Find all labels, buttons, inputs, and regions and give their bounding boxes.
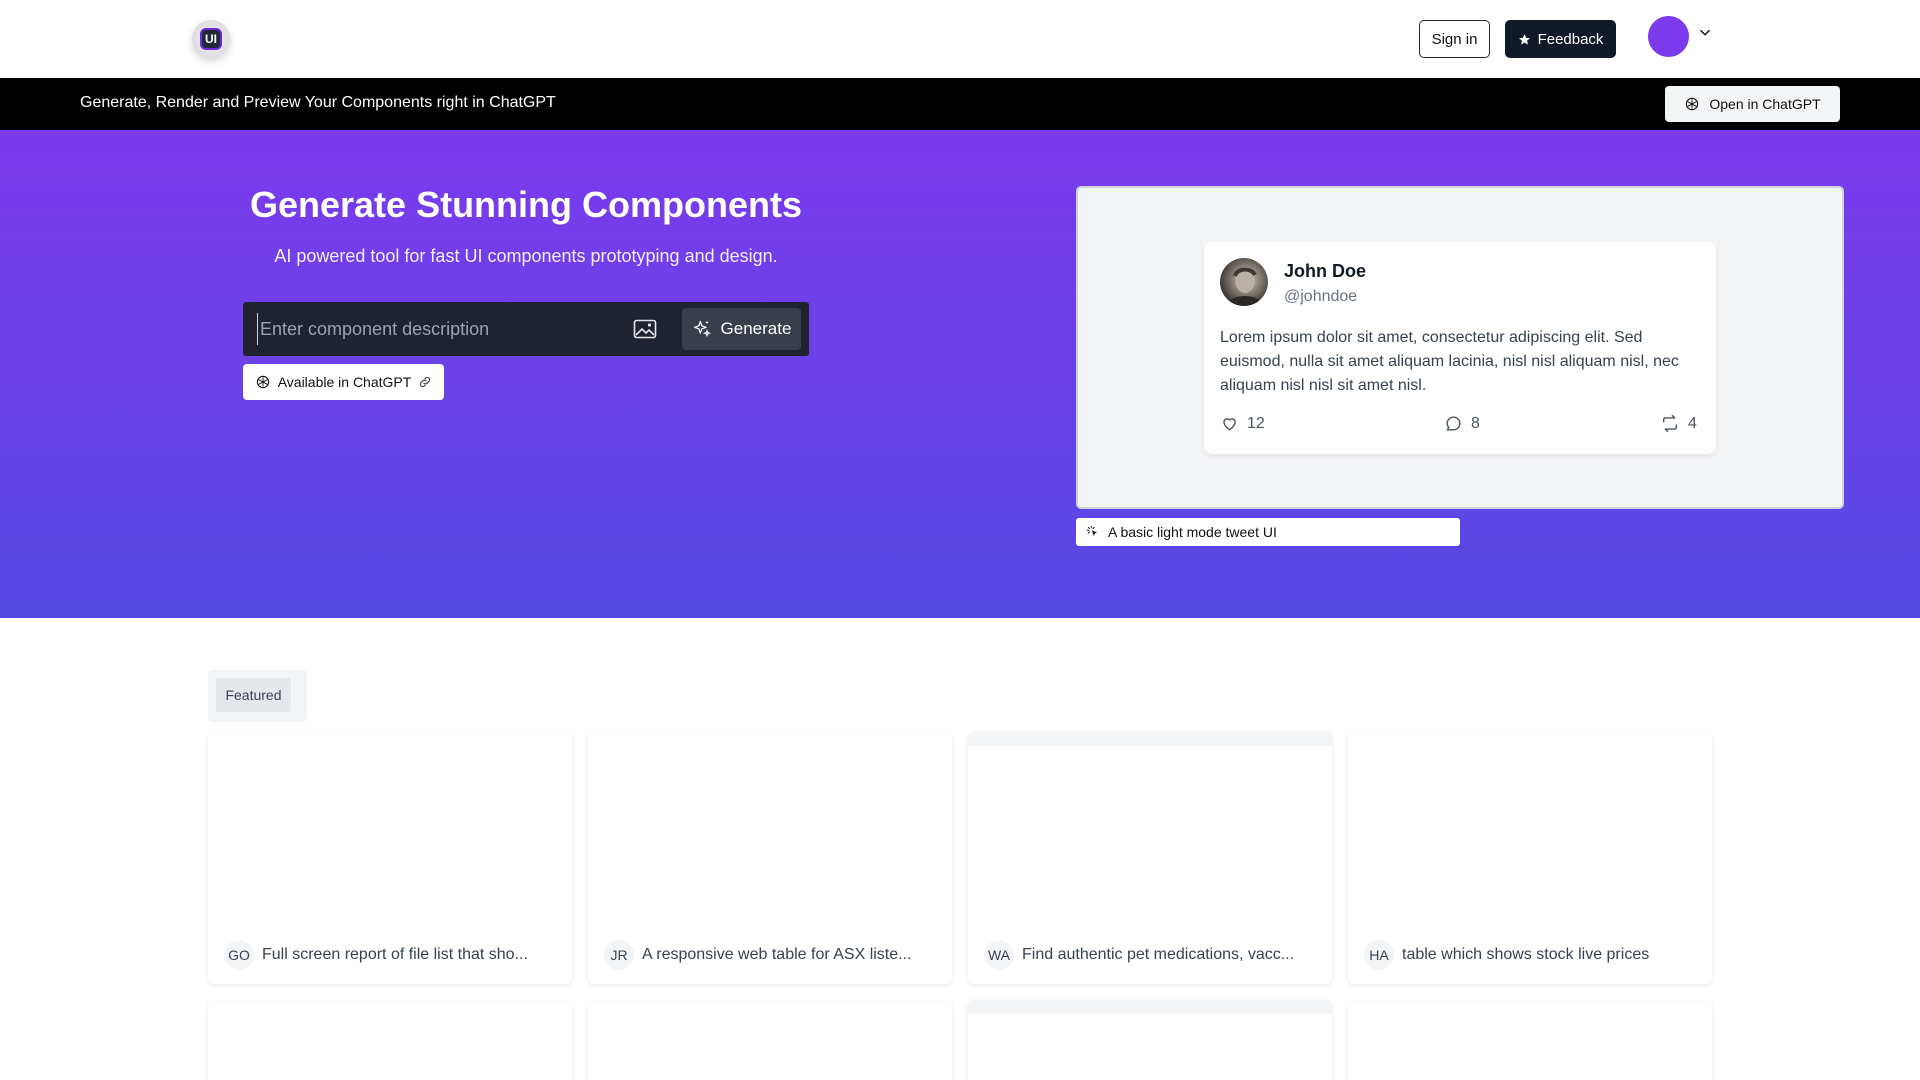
card-author-badge: JR: [604, 940, 634, 970]
card-preview-strip: [968, 1000, 1332, 1014]
tab-featured[interactable]: Featured: [216, 678, 291, 712]
card-author-badge: GO: [224, 940, 254, 970]
sparkles-icon: [693, 320, 711, 338]
tweet-card: John Doe @johndoe Lorem ipsum dolor sit …: [1204, 242, 1716, 454]
card-footer: HA table which shows stock live prices: [1364, 940, 1698, 970]
like-action[interactable]: 12: [1220, 414, 1265, 433]
tweet-author-name: John Doe: [1284, 261, 1367, 281]
featured-card[interactable]: WA Find authentic pet medications, vacc.…: [968, 732, 1332, 984]
hero-title: Generate Stunning Components: [249, 184, 803, 225]
preview-caption: A basic light mode tweet UI: [1076, 518, 1460, 546]
openai-icon: [1686, 97, 1699, 111]
card-title: A responsive web table for ASX liste...: [642, 946, 912, 963]
component-preview[interactable]: John Doe @johndoe Lorem ipsum dolor sit …: [1076, 186, 1844, 509]
star-icon: [1518, 33, 1530, 45]
component-description-input[interactable]: [257, 313, 617, 345]
chevron-down-icon[interactable]: [1698, 26, 1712, 40]
like-count: 12: [1247, 414, 1265, 432]
image-icon: [633, 319, 657, 339]
comment-icon: [1446, 416, 1461, 431]
featured-card[interactable]: GO Full screen report of file list that …: [208, 732, 572, 984]
generate-bar: Generate: [243, 302, 809, 356]
openai-icon: [256, 375, 269, 389]
featured-card[interactable]: [968, 1000, 1332, 1080]
card-author-badge: HA: [1364, 940, 1394, 970]
announcement-banner: Generate, Render and Preview Your Compon…: [0, 78, 1920, 130]
feedback-button[interactable]: Feedback: [1505, 20, 1616, 58]
tweet-avatar: [1220, 258, 1268, 306]
hero-section: Generate Stunning Components AI powered …: [0, 130, 1920, 618]
retweet-action[interactable]: 4: [1660, 414, 1697, 433]
generate-button[interactable]: Generate: [682, 308, 801, 350]
hero-subtitle: AI powered tool for fast UI components p…: [274, 246, 778, 266]
pointer-click-icon: [1086, 525, 1098, 537]
tweet-actions: 12 8 4: [1220, 414, 1700, 436]
featured-card[interactable]: HA table which shows stock live prices: [1348, 732, 1712, 984]
retweet-icon: [1662, 414, 1678, 433]
card-footer: JR A responsive web table for ASX liste.…: [604, 940, 938, 970]
heart-icon: [1223, 418, 1236, 431]
tweet-body: Lorem ipsum dolor sit amet, consectetur …: [1220, 329, 1679, 394]
logo-mark: UI: [200, 28, 222, 50]
preview-caption-text: A basic light mode tweet UI: [1108, 524, 1277, 540]
featured-card[interactable]: [208, 1002, 572, 1080]
feedback-label: Feedback: [1537, 30, 1604, 48]
top-nav: UI Sign in Feedback: [0, 0, 1920, 78]
open-in-chatgpt-label: Open in ChatGPT: [1709, 96, 1821, 112]
banner-text: Generate, Render and Preview Your Compon…: [80, 94, 556, 111]
tweet-author-handle: @johndoe: [1284, 288, 1358, 305]
card-author-badge: WA: [984, 940, 1014, 970]
featured-card[interactable]: [588, 1002, 952, 1080]
signin-button[interactable]: Sign in: [1419, 20, 1490, 58]
featured-card[interactable]: JR A responsive web table for ASX liste.…: [588, 732, 952, 984]
link-icon: [420, 376, 431, 388]
open-in-chatgpt-button[interactable]: Open in ChatGPT: [1665, 86, 1840, 122]
available-in-chatgpt-link[interactable]: Available in ChatGPT: [243, 364, 444, 400]
featured-tabs: Featured: [208, 670, 307, 722]
card-title: Full screen report of file list that sho…: [262, 946, 528, 963]
card-footer: WA Find authentic pet medications, vacc.…: [984, 940, 1318, 970]
retweet-count: 4: [1688, 414, 1697, 432]
card-preview-strip: [968, 732, 1332, 746]
card-title: table which shows stock live prices: [1402, 946, 1650, 963]
comment-count: 8: [1471, 414, 1480, 432]
card-title: Find authentic pet medications, vacc...: [1022, 946, 1295, 963]
card-footer: GO Full screen report of file list that …: [224, 940, 558, 970]
comment-action[interactable]: 8: [1444, 414, 1480, 433]
image-upload-button[interactable]: [631, 316, 659, 342]
user-avatar[interactable]: [1648, 16, 1689, 57]
available-in-chatgpt-label: Available in ChatGPT: [277, 374, 412, 390]
generate-label: Generate: [720, 319, 792, 338]
featured-card[interactable]: [1348, 1002, 1712, 1080]
app-logo[interactable]: UI: [192, 20, 230, 58]
